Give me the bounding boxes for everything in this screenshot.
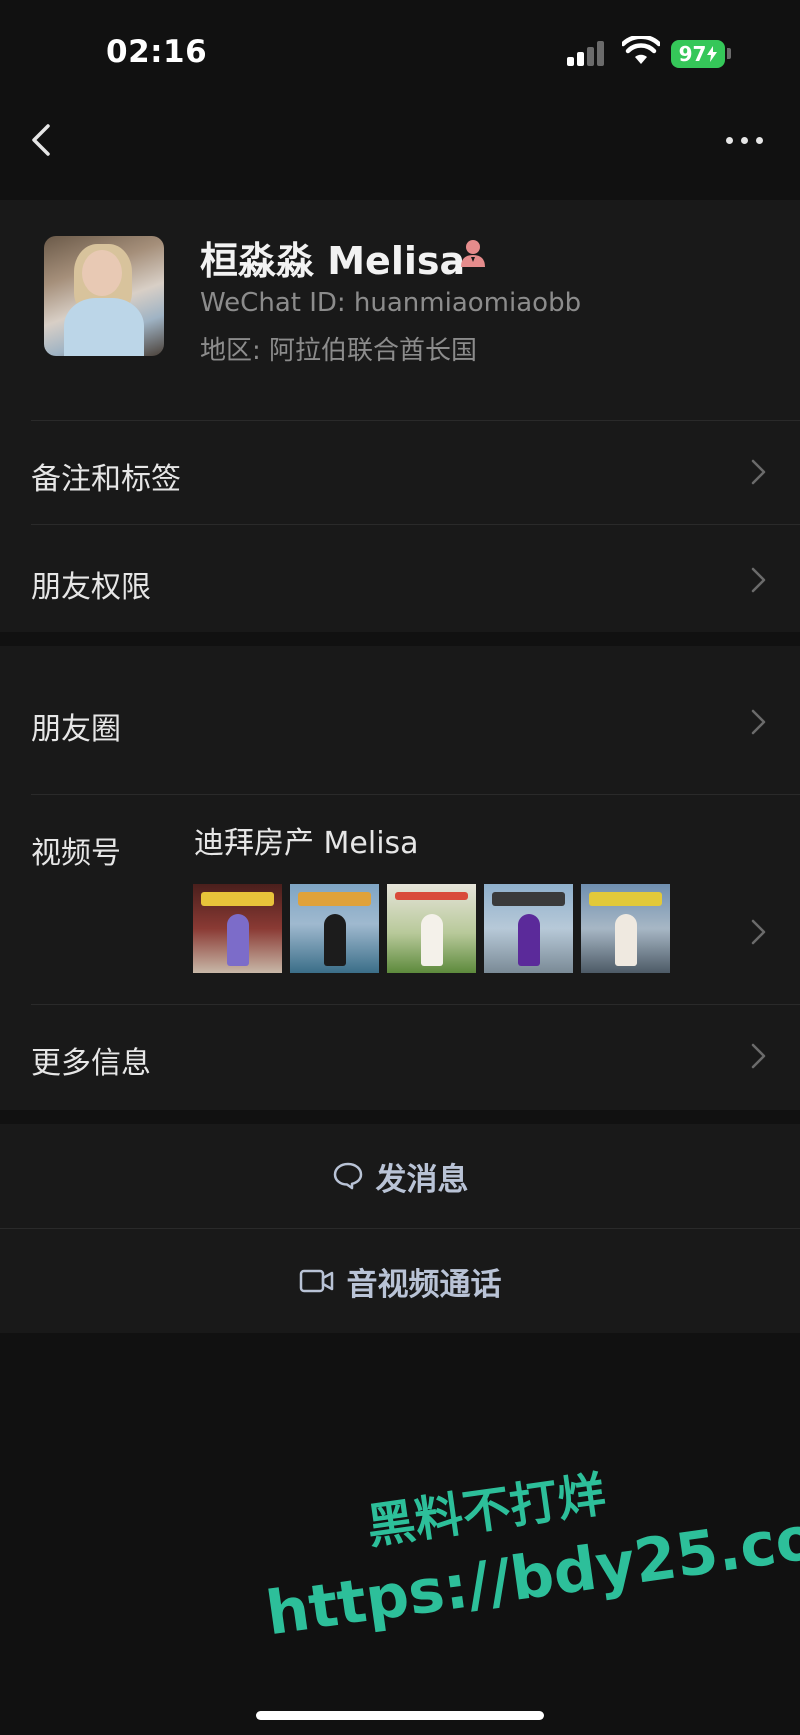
avatar[interactable] <box>44 236 164 356</box>
row-label: 朋友权限 <box>31 570 151 605</box>
charging-bolt-icon <box>707 46 718 62</box>
chat-bubble-icon <box>333 1162 362 1190</box>
chevron-right-icon <box>751 567 766 593</box>
wifi-icon <box>622 36 660 64</box>
profile-name: 桓淼淼 Melisa <box>200 239 466 283</box>
nav-bar <box>0 110 800 170</box>
wechat-id: WeChat ID: huanmiaomiaobb <box>200 288 582 318</box>
row-label: 备注和标签 <box>31 462 181 497</box>
chevron-right-icon <box>751 1043 766 1069</box>
status-bar: 02:16 97 <box>0 0 800 100</box>
home-indicator <box>256 1711 544 1720</box>
channel-video-thumbnail[interactable] <box>484 884 573 973</box>
row-channels[interactable]: 视频号 迪拜房产 Melisa <box>0 794 800 1004</box>
row-moments[interactable]: 朋友圈 <box>0 646 800 794</box>
row-label: 更多信息 <box>31 1046 151 1081</box>
channel-video-thumbnail[interactable] <box>387 884 476 973</box>
chevron-left-icon[interactable] <box>28 120 52 160</box>
send-message-label: 发消息 <box>375 1161 469 1198</box>
video-camera-icon <box>299 1269 333 1293</box>
channel-video-thumbnail[interactable] <box>581 884 670 973</box>
voice-video-call-label: 音视频通话 <box>346 1266 502 1303</box>
chevron-right-icon <box>751 459 766 485</box>
chevron-right-icon <box>751 919 766 945</box>
region: 地区: 阿拉伯联合酋长国 <box>200 336 478 366</box>
battery-cap <box>727 48 731 59</box>
channel-video-thumbnail[interactable] <box>290 884 379 973</box>
female-icon <box>461 240 485 267</box>
cellular-signal-icon <box>567 40 609 66</box>
channel-video-thumbnail[interactable] <box>193 884 282 973</box>
channel-name: 迪拜房产 Melisa <box>194 826 419 861</box>
row-remarks-tags[interactable]: 备注和标签 <box>0 420 800 524</box>
row-more-info[interactable]: 更多信息 <box>0 1004 800 1110</box>
row-friend-permissions[interactable]: 朋友权限 <box>0 524 800 632</box>
battery-indicator: 97 <box>671 40 725 68</box>
ellipsis-icon[interactable] <box>726 135 766 147</box>
voice-video-call-button[interactable]: 音视频通话 <box>0 1229 800 1333</box>
battery-level: 97 <box>678 42 707 66</box>
row-label: 朋友圈 <box>31 712 121 747</box>
profile-header: 桓淼淼 Melisa WeChat ID: huanmiaomiaobb 地区:… <box>0 200 800 420</box>
send-message-button[interactable]: 发消息 <box>0 1124 800 1228</box>
row-label: 视频号 <box>31 836 121 871</box>
status-time: 02:16 <box>106 34 208 70</box>
chevron-right-icon <box>751 709 766 735</box>
